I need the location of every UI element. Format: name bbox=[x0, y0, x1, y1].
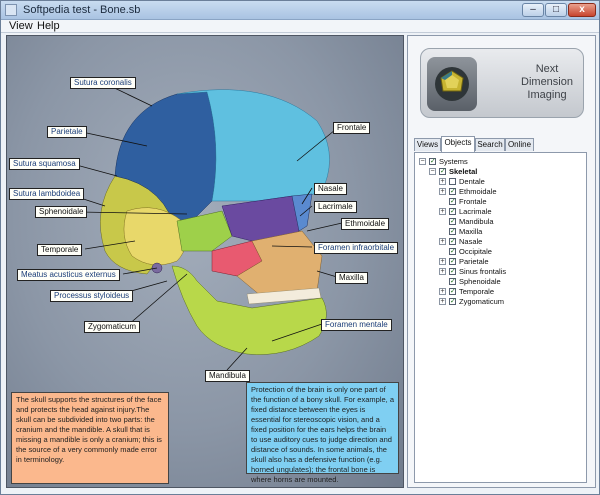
checkbox-checked-icon[interactable]: ✓ bbox=[449, 288, 456, 295]
ndi-logo: Next Dimension Imaging bbox=[420, 48, 584, 118]
checkbox-checked-icon[interactable]: ✓ bbox=[449, 218, 456, 225]
tree-item[interactable]: ✓ Occipitale bbox=[439, 247, 579, 257]
label-ethmoidale[interactable]: Ethmoidale bbox=[341, 218, 390, 230]
tree-label: Sinus frontalis bbox=[459, 267, 507, 276]
tree-label: Parietale bbox=[459, 257, 489, 266]
maximize-button[interactable]: □ bbox=[545, 3, 567, 17]
tree-label: Dentale bbox=[459, 177, 485, 186]
tree-label: Lacrimale bbox=[459, 207, 492, 216]
label-nasale[interactable]: Nasale bbox=[314, 183, 347, 195]
app-icon bbox=[5, 4, 17, 16]
checkbox-checked-icon[interactable]: ✓ bbox=[449, 248, 456, 255]
label-frontale[interactable]: Frontale bbox=[333, 122, 371, 134]
tree-item[interactable]: ✓ Maxilla bbox=[439, 227, 579, 237]
label-temporale[interactable]: Temporale bbox=[37, 244, 83, 256]
logo-line-3: Imaging bbox=[527, 89, 567, 101]
label-foramen-infraorbitale[interactable]: Foramen infraorbitale bbox=[314, 242, 399, 254]
label-sutura-coronalis[interactable]: Sutura coronalis bbox=[70, 77, 136, 89]
tree-item[interactable]: + ✓ Sinus frontalis bbox=[439, 267, 579, 277]
tree-label: Skeletal bbox=[449, 167, 478, 176]
tree-node-skeletal[interactable]: − ✓ Skeletal bbox=[429, 167, 579, 177]
info-box-skull-structure: The skull supports the structures of the… bbox=[11, 392, 169, 484]
tree-label: Sphenoidale bbox=[459, 277, 501, 286]
tab-online[interactable]: Online bbox=[505, 138, 534, 151]
objects-tree: − ✓ Systems − ✓ Skeletal + ✓ Dentale + ✓… bbox=[414, 152, 587, 483]
tab-search[interactable]: Search bbox=[475, 138, 505, 151]
checkbox-checked-icon[interactable]: ✓ bbox=[449, 228, 456, 235]
checkbox-checked-icon[interactable]: ✓ bbox=[439, 168, 446, 175]
minimize-button[interactable]: – bbox=[522, 3, 544, 17]
expand-icon[interactable]: + bbox=[439, 258, 446, 265]
expand-icon[interactable]: + bbox=[439, 298, 446, 305]
checkbox-checked-icon[interactable]: ✓ bbox=[449, 258, 456, 265]
label-mandibula[interactable]: Mandibula bbox=[205, 370, 250, 382]
tree-item[interactable]: + ✓ Zygomaticum bbox=[439, 297, 579, 307]
menu-help[interactable]: Help bbox=[37, 20, 60, 33]
app-window: Softpedia test - Bone.sb – □ x View Help bbox=[0, 0, 600, 495]
tree-item[interactable]: + ✓ Ethmoidale bbox=[439, 187, 579, 197]
expand-icon[interactable]: + bbox=[439, 268, 446, 275]
checkbox-unchecked-icon[interactable]: ✓ bbox=[449, 178, 456, 185]
close-button[interactable]: x bbox=[568, 3, 596, 17]
info-box-skull-function: Protection of the brain is only one part… bbox=[246, 382, 399, 484]
expand-icon[interactable]: + bbox=[439, 288, 446, 295]
tree-item[interactable]: ✓ Mandibula bbox=[439, 217, 579, 227]
tree-item[interactable]: + ✓ Temporale bbox=[439, 287, 579, 297]
tree-label: Systems bbox=[439, 157, 468, 166]
expand-icon[interactable]: + bbox=[439, 188, 446, 195]
tree-item[interactable]: + ✓ Parietale bbox=[439, 257, 579, 267]
expand-icon[interactable]: + bbox=[439, 178, 446, 185]
collapse-icon[interactable]: − bbox=[429, 168, 436, 175]
label-maxilla[interactable]: Maxilla bbox=[335, 272, 368, 284]
expand-icon[interactable]: + bbox=[439, 238, 446, 245]
logo-text: Next Dimension Imaging bbox=[511, 63, 583, 102]
tree-label: Maxilla bbox=[459, 227, 483, 236]
tree-item[interactable]: ✓ Sphenoidale bbox=[439, 277, 579, 287]
tree-label: Ethmoidale bbox=[459, 187, 497, 196]
checkbox-checked-icon[interactable]: ✓ bbox=[449, 298, 456, 305]
tree-item[interactable]: + ✓ Dentale bbox=[439, 177, 579, 187]
label-sutura-lambdoidea[interactable]: Sutura lambdoidea bbox=[9, 188, 85, 200]
tab-objects[interactable]: Objects bbox=[441, 136, 475, 152]
checkbox-checked-icon[interactable]: ✓ bbox=[449, 238, 456, 245]
tree-label: Frontale bbox=[459, 197, 487, 206]
3d-viewport[interactable]: Sutura coronalis Parietale Frontale Sutu… bbox=[6, 35, 404, 488]
tree-item[interactable]: + ✓ Nasale bbox=[439, 237, 579, 247]
logo-line-1: Next bbox=[535, 63, 559, 75]
window-title: Softpedia test - Bone.sb bbox=[23, 4, 141, 16]
checkbox-checked-icon[interactable]: ✓ bbox=[449, 278, 456, 285]
tree-label: Mandibula bbox=[459, 217, 494, 226]
tree-item[interactable]: + ✓ Lacrimale bbox=[439, 207, 579, 217]
tree-label: Nasale bbox=[459, 237, 483, 246]
label-meatus-acusticus-externus[interactable]: Meatus acusticus externus bbox=[17, 269, 120, 281]
label-lacrimale[interactable]: Lacrimale bbox=[314, 201, 357, 213]
menu-view[interactable]: View bbox=[9, 20, 33, 33]
checkbox-checked-icon[interactable]: ✓ bbox=[429, 158, 436, 165]
checkbox-checked-icon[interactable]: ✓ bbox=[449, 188, 456, 195]
logo-emblem-icon bbox=[427, 57, 477, 111]
tree-label: Occipitale bbox=[459, 247, 492, 256]
tab-views[interactable]: Views bbox=[414, 138, 441, 151]
expand-icon[interactable]: + bbox=[439, 208, 446, 215]
label-processus-styloideus[interactable]: Processus styloideus bbox=[50, 290, 134, 302]
tree-label: Zygomaticum bbox=[459, 297, 505, 306]
label-sphenoidale[interactable]: Sphenoidale bbox=[35, 206, 88, 218]
label-parietale[interactable]: Parietale bbox=[47, 126, 87, 138]
checkbox-checked-icon[interactable]: ✓ bbox=[449, 268, 456, 275]
menu-bar: View Help bbox=[1, 20, 599, 33]
tree-node-systems[interactable]: − ✓ Systems bbox=[419, 157, 579, 167]
label-zygomaticum[interactable]: Zygomaticum bbox=[84, 321, 141, 333]
collapse-icon[interactable]: − bbox=[419, 158, 426, 165]
label-foramen-mentale[interactable]: Foramen mentale bbox=[321, 319, 392, 331]
side-panel: Next Dimension Imaging Views Objects Sea… bbox=[407, 35, 596, 488]
checkbox-checked-icon[interactable]: ✓ bbox=[449, 198, 456, 205]
tree-item[interactable]: ✓ Frontale bbox=[439, 197, 579, 207]
label-sutura-squamosa[interactable]: Sutura squamosa bbox=[9, 158, 80, 170]
tree-label: Temporale bbox=[459, 287, 495, 296]
checkbox-checked-icon[interactable]: ✓ bbox=[449, 208, 456, 215]
title-bar[interactable]: Softpedia test - Bone.sb – □ x bbox=[1, 1, 599, 20]
logo-line-2: Dimension bbox=[521, 76, 573, 88]
